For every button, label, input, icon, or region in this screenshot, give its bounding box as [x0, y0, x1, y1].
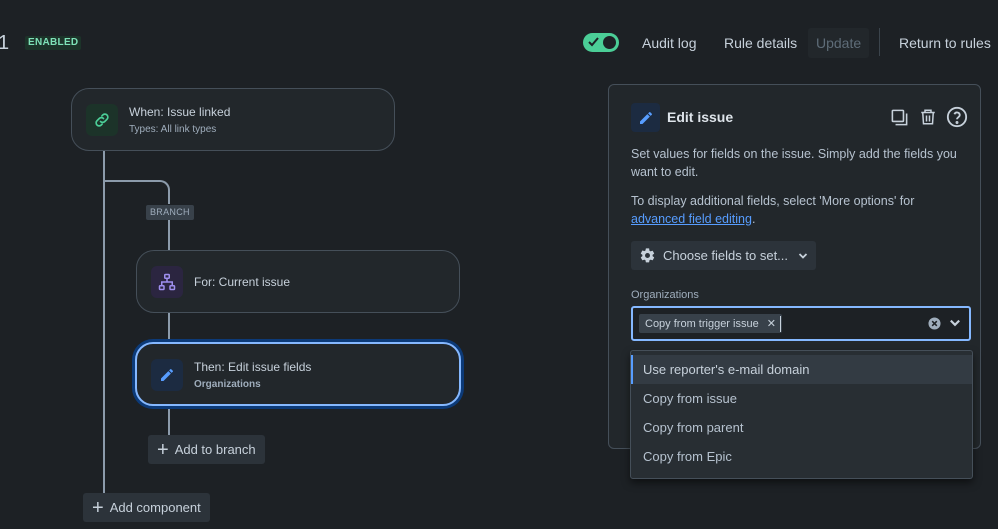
return-to-rules-button[interactable]: Return to rules [891, 28, 998, 58]
remove-tag-icon[interactable]: ✕ [767, 317, 776, 330]
trigger-title: When: Issue linked [129, 105, 231, 119]
branch-connector-3 [168, 312, 170, 342]
audit-log-button[interactable]: Audit log [634, 28, 704, 58]
add-component-label: Add component [109, 500, 201, 515]
help-icon[interactable] [946, 106, 968, 128]
organizations-field-label: Organizations [631, 289, 699, 301]
dropdown-option[interactable]: Copy from Epic [631, 442, 972, 471]
chevron-down-icon [798, 252, 808, 259]
dropdown-option[interactable]: Use reporter's e-mail domain [631, 355, 972, 384]
choose-fields-label: Choose fields to set... [663, 248, 789, 263]
trigger-subtitle: Types: All link types [129, 124, 217, 135]
hierarchy-icon [151, 266, 183, 298]
toggle-knob [603, 36, 616, 49]
panel-title: Edit issue [667, 109, 734, 125]
organizations-select[interactable]: Copy from trigger issue ✕ [631, 306, 971, 341]
text-cursor [780, 316, 781, 332]
gear-icon [640, 248, 655, 263]
add-to-branch-label: Add to branch [174, 442, 256, 457]
check-icon [588, 37, 599, 47]
plus-icon: + [157, 438, 169, 461]
dropdown-option[interactable]: Copy from issue [631, 384, 972, 413]
dropdown-option[interactable]: Copy from parent [631, 413, 972, 442]
clear-icon[interactable] [928, 317, 941, 330]
add-component-button[interactable]: + Add component [83, 493, 210, 522]
rule-number: 1 [0, 32, 10, 54]
action-node-subtitle: Organizations [194, 379, 261, 390]
chevron-down-icon[interactable] [949, 317, 961, 329]
branch-connector-4 [168, 406, 170, 435]
pencil-icon [151, 359, 183, 391]
branch-connector-2 [168, 220, 170, 251]
rule-details-button[interactable]: Rule details [716, 28, 805, 58]
update-button[interactable]: Update [808, 28, 870, 58]
organizations-dropdown: Use reporter's e-mail domain Copy from i… [630, 350, 973, 479]
status-badge: ENABLED [25, 36, 82, 50]
advanced-field-editing-link[interactable]: advanced field editing [631, 212, 752, 226]
branch-connector [103, 180, 170, 204]
link-icon [86, 104, 118, 136]
branch-node-title: For: Current issue [194, 275, 291, 289]
trigger-node[interactable]: When: Issue linked Types: All link types [71, 88, 395, 151]
plus-icon: + [92, 496, 104, 519]
panel-more-options: To display additional fields, select 'Mo… [631, 194, 915, 226]
trash-icon[interactable] [917, 106, 939, 128]
branch-label: BRANCH [146, 205, 194, 220]
add-to-branch-button[interactable]: + Add to branch [148, 435, 265, 464]
pencil-icon [631, 103, 660, 132]
action-node-title: Then: Edit issue fields [194, 360, 312, 374]
header-divider [879, 28, 880, 56]
panel-description: Set values for fields on the issue. Simp… [631, 147, 957, 179]
choose-fields-button[interactable]: Choose fields to set... [631, 241, 817, 270]
branch-node[interactable]: For: Current issue [136, 250, 460, 313]
selected-tag: Copy from trigger issue ✕ [639, 314, 782, 333]
rule-enabled-toggle[interactable] [583, 33, 619, 52]
action-node[interactable]: Then: Edit issue fields Organizations [135, 342, 461, 406]
selected-tag-label: Copy from trigger issue [645, 317, 759, 330]
copy-icon[interactable] [888, 106, 910, 128]
